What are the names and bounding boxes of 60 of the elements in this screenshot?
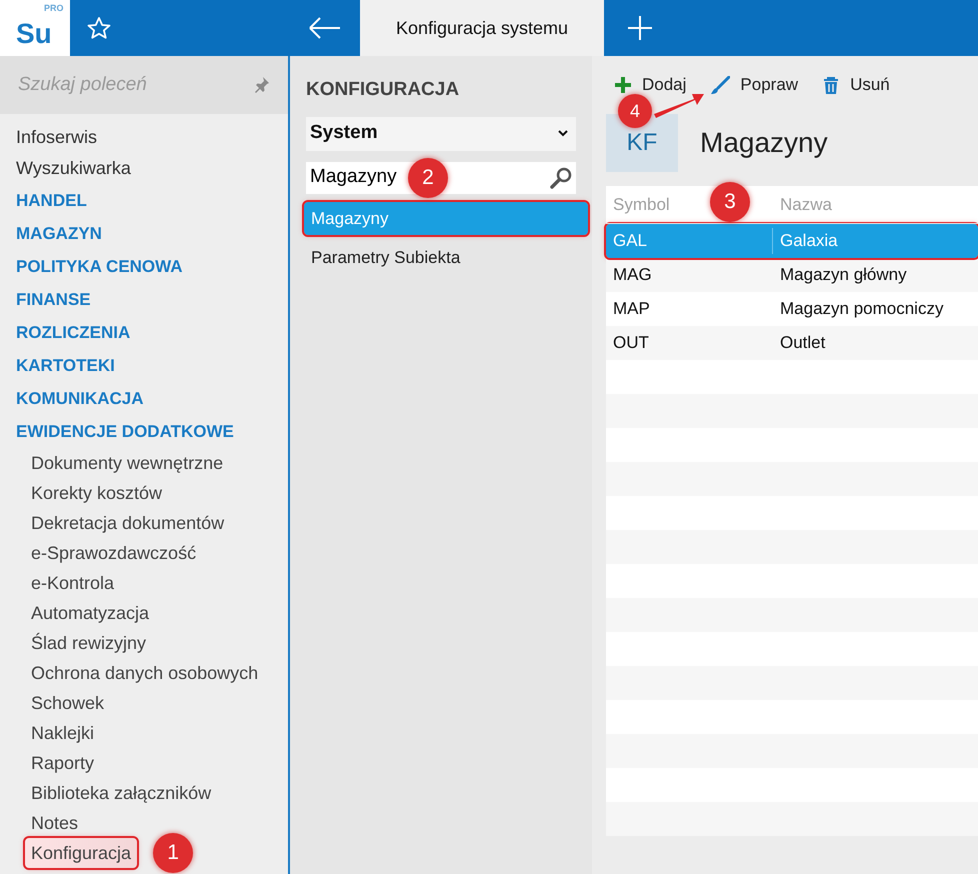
brush-icon	[710, 76, 730, 94]
table-cell-text: Outlet	[779, 332, 826, 354]
sidebar-item[interactable]: Ślad rewizyjny	[25, 628, 152, 658]
sidebar-item[interactable]: Ochrona danych osobowych	[25, 658, 264, 688]
sidebar-item[interactable]: Korekty kosztów	[25, 478, 168, 508]
table-row[interactable]: OUT Outlet	[606, 326, 978, 360]
callout-badge: 1	[153, 833, 194, 873]
sidebar-item[interactable]: KOMUNIKACJA	[10, 382, 150, 415]
callout-badge: 3	[710, 182, 750, 222]
star-icon	[86, 16, 112, 40]
table-row[interactable]: MAG Magazyn główny	[606, 258, 978, 292]
sidebar-item[interactable]: Raporty	[25, 748, 100, 778]
sidebar-item[interactable]: Dokumenty wewnętrzne	[25, 448, 230, 478]
sidebar-item[interactable]: ROZLICZENIA	[10, 316, 136, 349]
sidebar-item[interactable]: e-Kontrola	[25, 568, 120, 598]
trash-icon	[822, 76, 840, 94]
pin-button[interactable]	[254, 76, 272, 94]
table-cell-text: Magazyn pomocniczy	[779, 298, 944, 320]
table-cell-text: Magazyn główny	[779, 264, 908, 286]
sidebar-item[interactable]: e-Sprawozdawczość	[25, 538, 202, 568]
search-field[interactable]: Szukaj poleceń	[16, 70, 236, 100]
table-cell: GAL	[606, 228, 773, 254]
table-row[interactable]: MAP Magazyn pomocniczy	[606, 292, 978, 326]
logo-label: PRO	[44, 4, 64, 13]
sidebar-item[interactable]: Naklejki	[25, 718, 100, 748]
sidebar-item[interactable]: FINANSE	[10, 283, 97, 316]
config-list-item[interactable]: Parametry Subiekta	[304, 241, 588, 274]
sidebar-item[interactable]: POLITYKA CENOWA	[10, 250, 189, 283]
pin-icon	[254, 76, 272, 94]
sidebar-item[interactable]: Automatyzacja	[25, 598, 156, 628]
sidebar-item[interactable]: Wyszukiwarka	[10, 153, 137, 184]
section-title: KONFIGURACJA	[306, 78, 460, 102]
favorite-button[interactable]	[86, 16, 112, 40]
sidebar-item[interactable]: EWIDENCJE DODATKOWE	[10, 415, 240, 448]
sidebar-item[interactable]: Infoserwis	[10, 122, 104, 153]
table-cell-text: MAP	[612, 298, 651, 320]
back-arrow-icon	[308, 16, 342, 40]
callout-badge: 2	[408, 158, 448, 198]
sidebar-item[interactable]: Biblioteka załączników	[25, 778, 218, 808]
panel-title: Magazyny	[700, 126, 828, 160]
dropdown-value: System	[310, 121, 378, 146]
sidebar-item[interactable]: KARTOTEKI	[10, 349, 121, 382]
plus-icon	[627, 15, 653, 41]
category-dropdown[interactable]: System	[306, 116, 576, 150]
delete-button[interactable]: Usuń	[822, 72, 890, 98]
table-cell-text: OUT	[612, 332, 650, 354]
search-field[interactable]: Magazyny	[306, 163, 410, 192]
tab[interactable]: Konfiguracja systemu	[360, 0, 604, 56]
table-cell-text: MAG	[612, 264, 653, 286]
chevron-down-icon	[558, 130, 568, 137]
sidebar-item[interactable]: MAGAZYN	[10, 217, 108, 250]
edit-button[interactable]: Popraw	[710, 72, 798, 98]
search-bar[interactable]: Szukaj poleceń	[0, 56, 288, 114]
table-cell-text: Galaxia	[779, 230, 839, 252]
search-icon	[550, 166, 572, 188]
sidebar-item[interactable]: Schowek	[25, 688, 110, 718]
logo: Su	[16, 20, 52, 48]
plus-icon	[614, 76, 632, 94]
sidebar-item[interactable]: HANDEL	[10, 184, 93, 217]
sidebar-item[interactable]: Dekretacja dokumentów	[25, 508, 230, 538]
